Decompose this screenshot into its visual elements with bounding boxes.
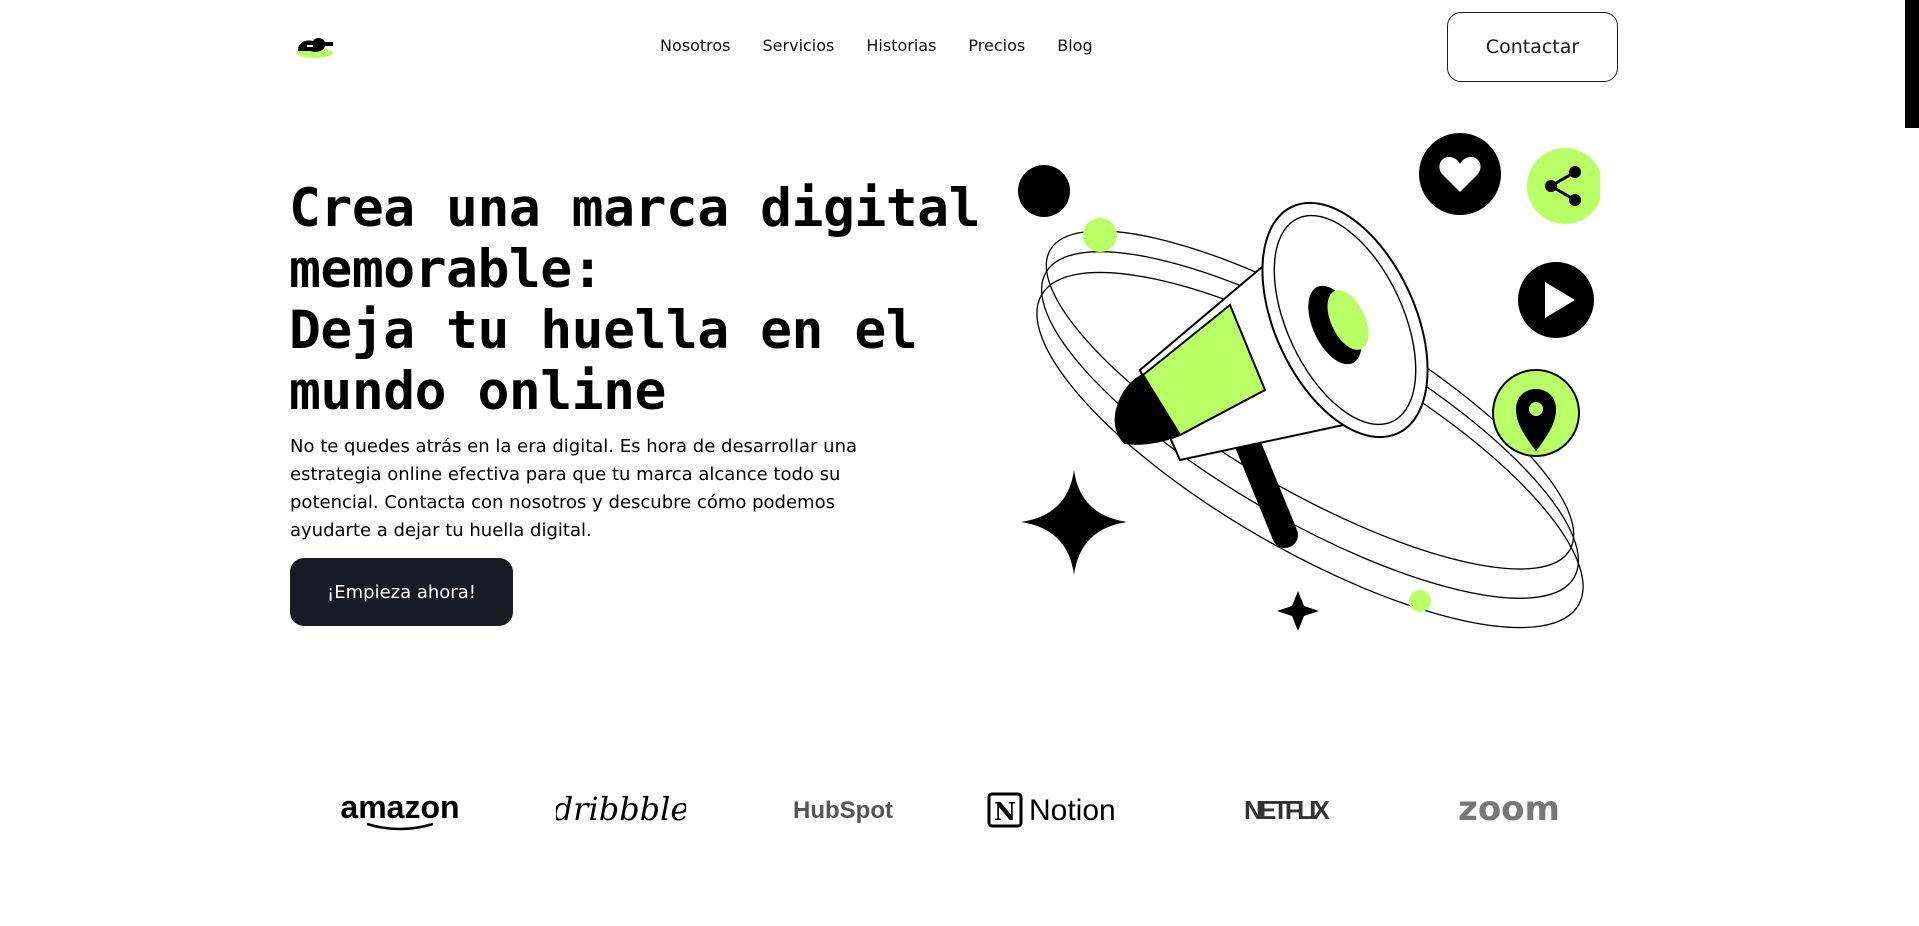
sparkle-icon-small (1277, 591, 1319, 631)
green-dot-small (1409, 590, 1431, 612)
brand-netflix: NETFLIX (1176, 780, 1398, 840)
hero-title: Crea una marca digital memorable: Deja t… (289, 178, 989, 422)
nav-item-nosotros[interactable]: Nosotros (660, 34, 731, 58)
main-nav: Nosotros Servicios Historias Precios Blo… (660, 34, 1093, 58)
brand-dribbble: dribbble (510, 780, 732, 840)
nav-item-servicios[interactable]: Servicios (763, 34, 835, 58)
get-started-button[interactable]: ¡Empieza ahora! (290, 558, 513, 626)
brand-logos: amazon dribbble HubSpot N Notion NETFLIX (290, 780, 1620, 840)
hero-illustration (1018, 133, 1600, 631)
share-icon (1527, 148, 1600, 224)
page: Nosotros Servicios Historias Precios Blo… (0, 0, 1919, 926)
logo-icon[interactable] (293, 33, 337, 61)
megaphone-icon (1114, 201, 1429, 548)
brand-hubspot-text: HubSpot (793, 797, 893, 824)
brand-hubspot: HubSpot (732, 780, 954, 840)
heart-icon (1419, 133, 1501, 215)
brand-dribbble-text: dribbble (556, 790, 686, 828)
svg-text:N: N (994, 797, 1016, 826)
black-dot (1018, 165, 1070, 217)
hero-description: No te quedes atrás en la era digital. Es… (290, 436, 858, 541)
hero-title-line: memorable: (289, 239, 604, 300)
sparkle-icon (1021, 470, 1127, 575)
scrollbar-track[interactable] (1905, 0, 1919, 926)
hero-title-line: Deja tu huella en el (289, 300, 918, 361)
brand-zoom-text: zoom (1458, 789, 1560, 829)
brand-notion-text: Notion (1029, 794, 1116, 827)
hero-title-line: Crea una marca digital (289, 178, 981, 239)
brand-amazon: amazon (290, 780, 510, 840)
brand-notion: N Notion (954, 780, 1176, 840)
nav-item-precios[interactable]: Precios (968, 34, 1025, 58)
brand-amazon-text: amazon (340, 789, 459, 825)
play-icon (1518, 262, 1594, 338)
brand-netflix-text: NETFLIX (1244, 795, 1331, 825)
brand-zoom: zoom (1398, 780, 1620, 840)
location-pin-icon (1492, 369, 1580, 457)
hero-title-line: mundo online (289, 361, 666, 422)
contact-button[interactable]: Contactar (1447, 12, 1618, 82)
nav-item-historias[interactable]: Historias (866, 34, 936, 58)
scrollbar-thumb[interactable] (1905, 0, 1919, 128)
nav-item-blog[interactable]: Blog (1057, 34, 1092, 58)
green-dot (1083, 218, 1117, 252)
